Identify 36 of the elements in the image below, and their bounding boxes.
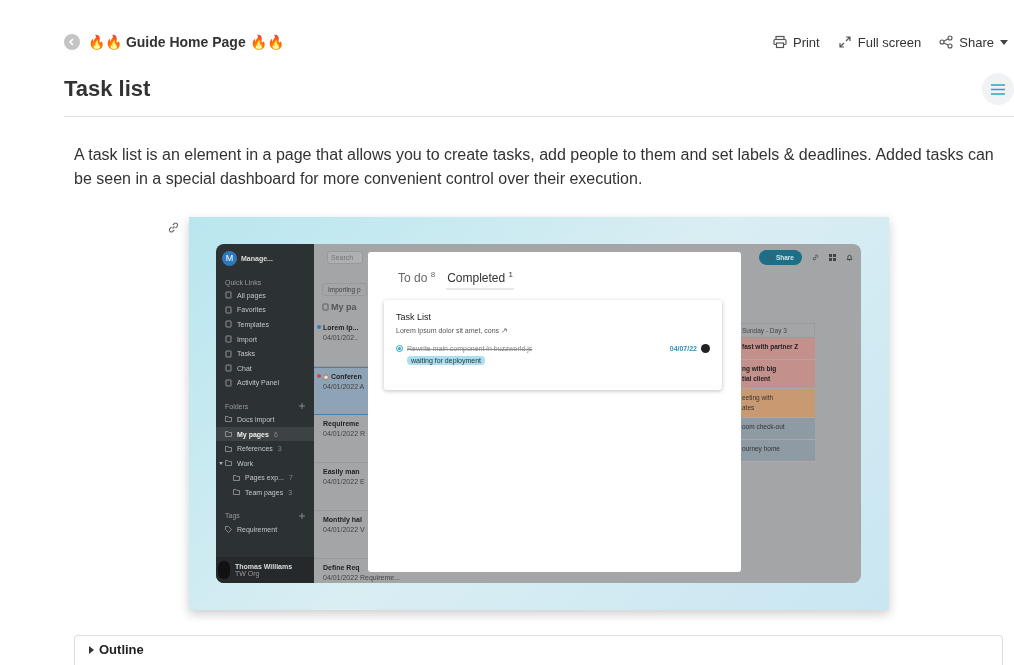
grid-icon[interactable] — [829, 254, 836, 261]
workspace-avatar[interactable]: M — [222, 250, 237, 266]
caret-icon[interactable] — [219, 461, 223, 466]
breadcrumb-title[interactable]: 🔥🔥 Guide Home Page 🔥🔥 — [88, 34, 284, 50]
alarm-clock-icon — [323, 373, 329, 380]
expand-icon — [837, 35, 852, 49]
printer-icon — [773, 35, 787, 49]
tab[interactable]: Completed $^{1}$ — [446, 268, 514, 290]
card-title: Task List — [396, 312, 432, 322]
back-button[interactable] — [64, 34, 80, 50]
bell-icon[interactable] — [846, 254, 853, 261]
plus-icon[interactable] — [299, 403, 305, 410]
list-heading: My pa — [331, 302, 357, 312]
share-icon — [766, 254, 773, 261]
caret-icon — [1000, 39, 1008, 45]
tag-icon — [225, 525, 232, 533]
print-button[interactable]: Print — [773, 34, 820, 50]
page-icon — [322, 303, 329, 311]
folder-icon — [225, 416, 232, 423]
task-checkbox[interactable] — [396, 345, 403, 352]
menu-button[interactable] — [982, 73, 1014, 105]
plus-icon[interactable] — [299, 512, 305, 519]
menu-icon — [991, 83, 1005, 95]
arrow-icon[interactable] — [502, 328, 509, 333]
link-icon[interactable] — [812, 254, 819, 261]
tab[interactable]: To do $^{8}$ — [397, 268, 437, 290]
outline-title[interactable]: Outline — [99, 642, 144, 658]
link-icon[interactable] — [167, 221, 180, 234]
share-button[interactable]: Share — [939, 34, 1008, 50]
assignee-avatar — [701, 344, 710, 353]
page-title: Task list — [64, 76, 151, 102]
intro-paragraph: A task list is an element in a page that allows you to create tasks, add people to them and set labels & deadlines. Added tasks can be seen in a special dashboard for more convenient control over their execution. — [74, 145, 995, 189]
folder-icon — [233, 489, 240, 496]
chevron-left-icon — [68, 38, 76, 46]
share-icon — [939, 35, 954, 49]
full-screen-button[interactable]: Full screen — [837, 34, 922, 50]
